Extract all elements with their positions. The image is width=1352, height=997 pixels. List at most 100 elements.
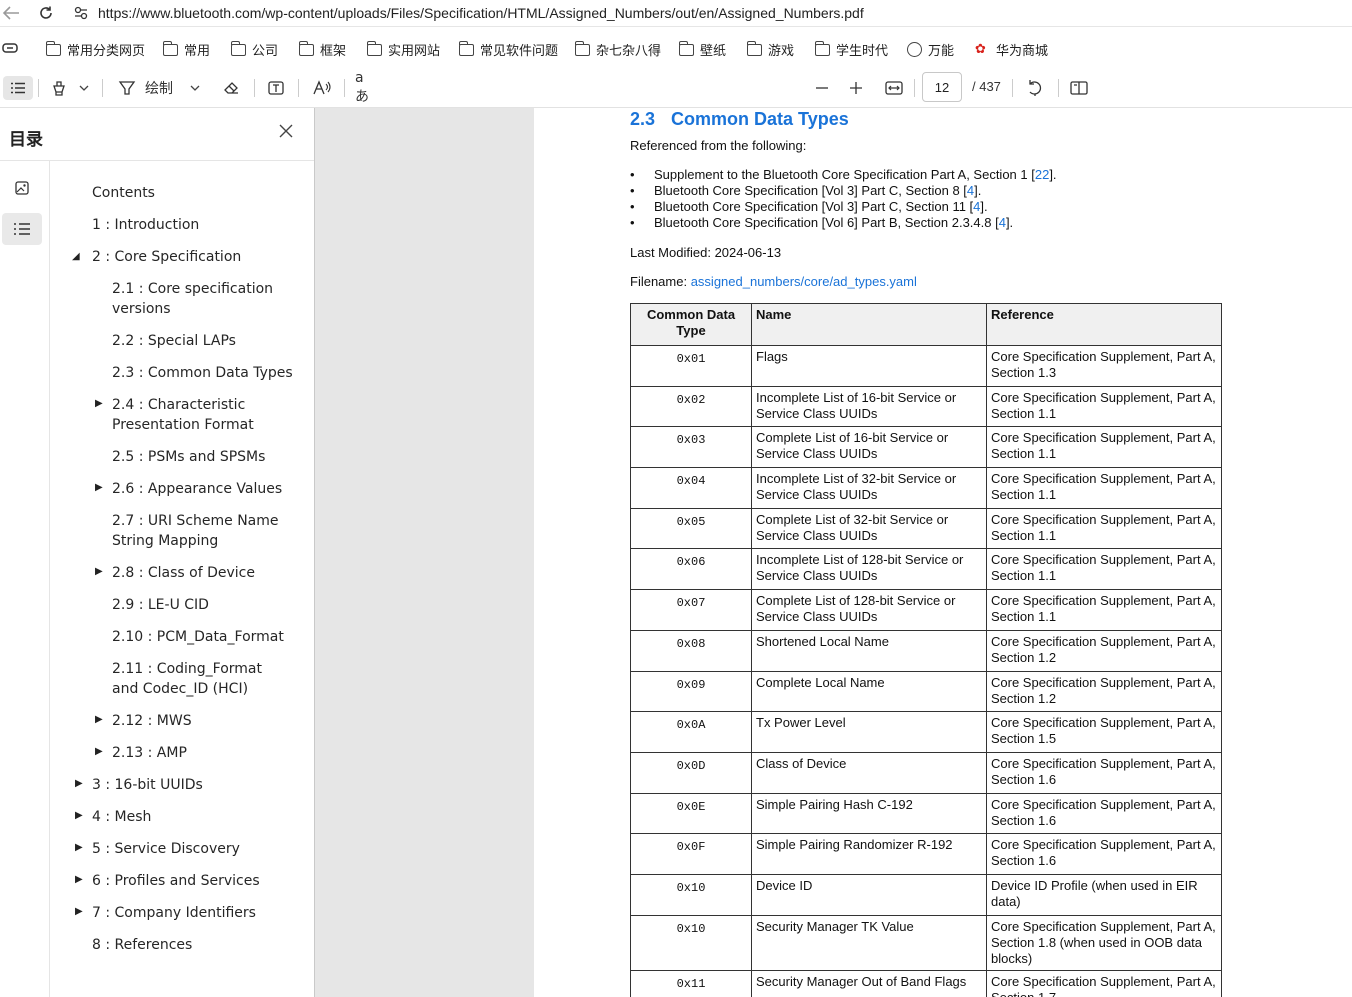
caret-down-icon[interactable]: ◢	[72, 251, 80, 262]
rotate-button[interactable]	[1024, 76, 1046, 100]
bookmark-folder[interactable]: 学生时代	[814, 40, 888, 59]
folder-icon	[678, 40, 694, 56]
data-type-name: Incomplete List of 128-bit Service or Se…	[751, 548, 987, 591]
bookmark-folder[interactable]: 常见软件问题	[458, 40, 558, 59]
folder-icon	[574, 40, 590, 56]
caret-right-icon[interactable]: ▶	[75, 810, 83, 821]
citation-link[interactable]: 4	[999, 215, 1006, 230]
toc-item[interactable]: 2.7 : URI Scheme Name String Mapping	[112, 511, 282, 551]
data-type-reference: Core Specification Supplement, Part A, S…	[986, 589, 1222, 631]
read-aloud-button[interactable]	[310, 76, 334, 100]
draw-icon[interactable]	[116, 76, 138, 100]
eraser-button[interactable]	[220, 76, 242, 100]
zoom-out-button[interactable]	[812, 76, 832, 100]
data-type-code: 0x08	[630, 629, 752, 672]
folder-icon	[230, 40, 246, 56]
data-type-reference: Core Specification Supplement, Part A, S…	[986, 914, 1222, 971]
translate-button[interactable]: aあ	[355, 70, 377, 105]
toc-item[interactable]: 4 : Mesh	[92, 807, 151, 827]
filename-link[interactable]: assigned_numbers/core/ad_types.yaml	[691, 274, 917, 289]
data-type-name: Device ID	[751, 873, 987, 916]
toc-list: Contents 1 : Introduction ◢ 2 : Core Spe…	[50, 161, 314, 997]
bookmark-folder[interactable]: 实用网站	[366, 40, 440, 59]
toc-item[interactable]: 2.8 : Class of Device	[112, 563, 255, 583]
toc-item[interactable]: 1 : Introduction	[92, 215, 199, 235]
table-row: 0x11 Security Manager Out of Band Flags Co…	[630, 969, 1222, 997]
text-box-button[interactable]	[264, 76, 288, 100]
toc-item[interactable]: 2.5 : PSMs and SPSMs	[112, 447, 265, 467]
caret-right-icon[interactable]: ▶	[95, 482, 103, 493]
toc-item[interactable]: Contents	[92, 183, 155, 203]
bookmark-folder[interactable]: 框架	[298, 40, 346, 59]
url-text[interactable]: https://www.bluetooth.com/wp-content/upl…	[98, 5, 864, 21]
eraser-icon	[224, 82, 238, 94]
toc-item[interactable]: 7 : Company Identifiers	[92, 903, 256, 923]
draw-button[interactable]: 绘制	[145, 76, 173, 100]
toc-item[interactable]: 2.13 : AMP	[112, 743, 187, 763]
toc-toggle-button[interactable]	[3, 76, 33, 100]
caret-right-icon[interactable]: ▶	[95, 566, 103, 577]
toc-item[interactable]: 2.4 : Characteristic Presentation Format	[112, 395, 292, 435]
table-row: 0x0F Simple Pairing Randomizer R-192 Core …	[630, 833, 1222, 875]
document-viewer[interactable]: 2.3 Common Data Types Referenced from the…	[315, 108, 1352, 997]
caret-right-icon[interactable]: ▶	[95, 746, 103, 757]
reload-icon[interactable]	[35, 2, 57, 24]
caret-right-icon[interactable]: ▶	[75, 842, 83, 853]
bookmark-folder[interactable]: 游戏	[746, 40, 794, 59]
bookmark-globe[interactable]: 万能	[907, 40, 954, 59]
zoom-in-button[interactable]	[846, 76, 866, 100]
pdf-page: 2.3 Common Data Types Referenced from the…	[534, 108, 1352, 997]
toc-item[interactable]: 2.11 : Coding_Format and Codec_ID (HCI)	[112, 659, 292, 699]
toc-item[interactable]: 2.12 : MWS	[112, 711, 192, 731]
data-type-reference: Device ID Profile (when used in EIR data…	[986, 873, 1222, 916]
toc-item[interactable]: 2.2 : Special LAPs	[112, 331, 236, 351]
toc-item[interactable]: 2.6 : Appearance Values	[112, 479, 282, 499]
caret-right-icon[interactable]: ▶	[95, 398, 103, 409]
data-type-code: 0x0F	[630, 833, 752, 875]
close-icon[interactable]	[278, 122, 294, 145]
bookmarks-bar: 常用分类网页 常用 公司 框架 实用网站 常见软件问题 杂七杂八得 壁纸 游戏 …	[0, 35, 1352, 63]
image-icon	[15, 181, 29, 195]
toc-item[interactable]: 3 : 16-bit UUIDs	[92, 775, 203, 795]
page-view-button[interactable]	[1068, 76, 1090, 100]
column-header: Common Data Type	[630, 303, 752, 346]
thumbnails-tab[interactable]	[2, 172, 42, 204]
table-row: 0x0E Simple Pairing Hash C-192 Core Specif…	[630, 792, 1222, 835]
bookmark-folder[interactable]: 公司	[230, 40, 278, 59]
fit-width-button[interactable]	[883, 76, 905, 100]
data-type-code: 0x0A	[630, 711, 752, 753]
site-info-icon[interactable]	[70, 2, 92, 24]
table-row: 0x10 Security Manager TK Value Core Specif…	[630, 914, 1222, 971]
page-number-input[interactable]: 12	[922, 72, 962, 102]
bookmark-folder[interactable]: 壁纸	[678, 40, 726, 59]
toc-item[interactable]: 6 : Profiles and Services	[92, 871, 260, 891]
highlight-button[interactable]	[48, 76, 70, 100]
toolbar-divider	[344, 79, 345, 97]
toc-item-active[interactable]: 2.3 : Common Data Types	[112, 363, 293, 383]
caret-right-icon[interactable]: ▶	[75, 906, 83, 917]
toc-item[interactable]: 2.1 : Core specification versions	[112, 279, 292, 319]
back-arrow-icon[interactable]	[0, 2, 22, 24]
citation-link[interactable]: 22	[1035, 167, 1049, 182]
draw-dropdown[interactable]	[188, 76, 202, 100]
bookmark-folder[interactable]: 常用	[162, 40, 210, 59]
toc-item[interactable]: 8 : References	[92, 935, 192, 955]
folder-icon	[458, 40, 474, 56]
highlight-dropdown[interactable]	[76, 76, 92, 100]
toc-item[interactable]: 5 : Service Discovery	[92, 839, 240, 859]
toc-sidebar: 目录 Contents 1 : Introduction ◢ 2 : Core …	[0, 108, 315, 997]
contents-tab[interactable]	[2, 213, 42, 245]
data-type-code: 0x0D	[630, 751, 752, 794]
bookmark-folder[interactable]: 杂七杂八得	[574, 40, 661, 59]
caret-right-icon[interactable]: ▶	[75, 778, 83, 789]
bookmark-huawei[interactable]: ✿ 华为商城	[975, 40, 1048, 59]
caret-right-icon[interactable]: ▶	[75, 874, 83, 885]
caret-right-icon[interactable]: ▶	[95, 714, 103, 725]
bookmark-folder[interactable]: 常用分类网页	[45, 40, 145, 59]
table-row: 0x05 Complete List of 32-bit Service or S…	[630, 507, 1222, 550]
toc-item[interactable]: 2.9 : LE-U CID	[112, 595, 209, 615]
table-row: 0x08 Shortened Local Name Core Specificati…	[630, 629, 1222, 672]
bookmark-device-icon[interactable]	[2, 42, 18, 54]
toc-item[interactable]: 2 : Core Specification	[92, 247, 241, 267]
toc-item[interactable]: 2.10 : PCM_Data_Format	[112, 627, 284, 647]
